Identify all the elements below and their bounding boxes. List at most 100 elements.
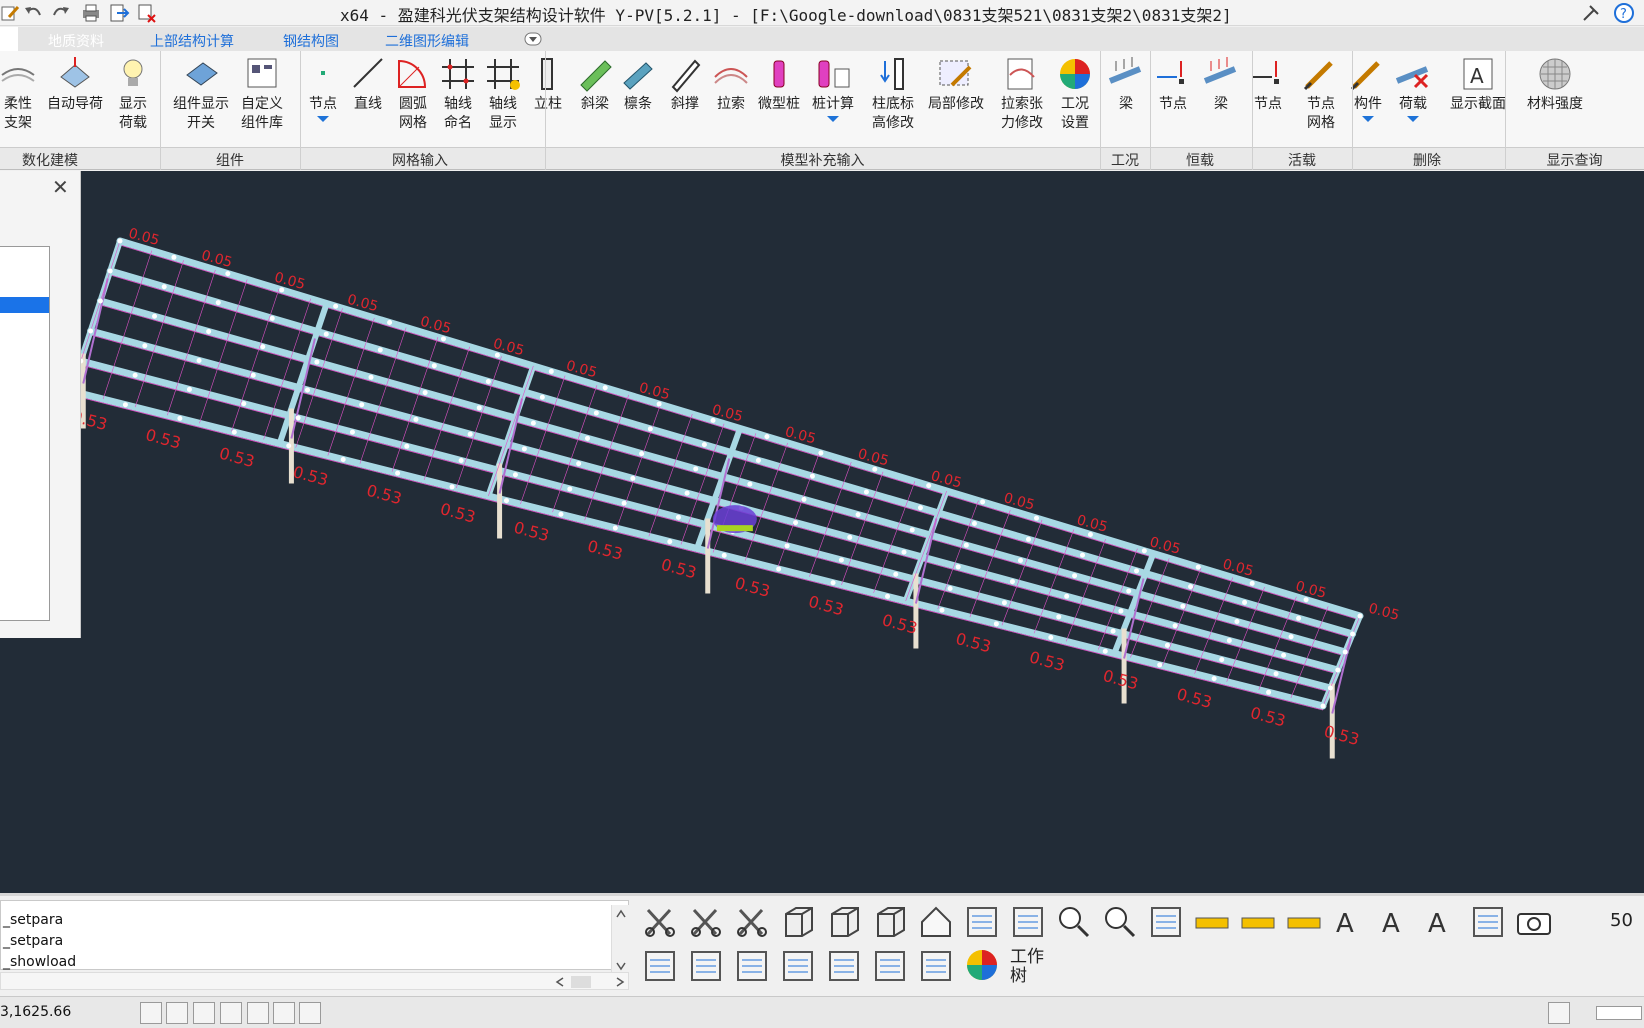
view-front-icon[interactable] bbox=[778, 902, 818, 942]
ribbon-button-cable-tension[interactable]: 拉索张 力修改 bbox=[993, 53, 1051, 143]
layout-toggle[interactable] bbox=[1548, 1002, 1570, 1024]
ucs-toggle[interactable] bbox=[299, 1002, 321, 1024]
angle-icon[interactable] bbox=[1284, 902, 1324, 942]
layout-icon[interactable] bbox=[686, 946, 726, 986]
view-side-icon[interactable] bbox=[824, 902, 864, 942]
settings-icon[interactable] bbox=[1468, 902, 1508, 942]
tab-active-stub[interactable] bbox=[0, 27, 18, 51]
print-icon[interactable] bbox=[80, 3, 102, 23]
angle-toggle[interactable] bbox=[273, 1002, 295, 1024]
ribbon-button-axis-display[interactable]: 轴线 显示 bbox=[480, 53, 526, 143]
ribbon-button-lightbulb[interactable]: 显示 荷载 bbox=[110, 53, 156, 143]
load-case-icon bbox=[1060, 59, 1090, 89]
annotation-icon[interactable] bbox=[824, 946, 864, 986]
edit-icon[interactable] bbox=[0, 3, 22, 23]
zoom-slider[interactable] bbox=[1596, 1006, 1642, 1020]
tab-overflow-icon[interactable] bbox=[524, 32, 542, 46]
polar-toggle[interactable] bbox=[220, 1002, 242, 1024]
undo-icon[interactable] bbox=[22, 3, 44, 23]
measure-icon[interactable] bbox=[1192, 902, 1232, 942]
view-iso-icon[interactable] bbox=[870, 902, 910, 942]
ribbon-button-brace[interactable]: 斜撑 bbox=[662, 53, 708, 143]
ribbon-button-delete-load[interactable]: 荷载 bbox=[1388, 53, 1438, 143]
snap-toggle[interactable] bbox=[140, 1002, 162, 1024]
chevron-down-icon[interactable] bbox=[1362, 116, 1374, 122]
ribbon-button-line[interactable]: 直线 bbox=[345, 53, 391, 143]
ribbon-button-cable[interactable]: 拉索 bbox=[708, 53, 754, 143]
ribbon-button-arc-grid[interactable]: 圆弧 网格 bbox=[390, 53, 436, 143]
delete-window-icon[interactable] bbox=[732, 946, 772, 986]
cut-x-icon[interactable] bbox=[640, 902, 680, 942]
tab-upper-calc[interactable]: 上部结构计算 bbox=[150, 31, 234, 51]
command-window[interactable]: _setpara _setpara _showload bbox=[0, 900, 629, 975]
ribbon-button-material-strength[interactable]: 材料强度 bbox=[1520, 53, 1590, 143]
model-icon[interactable] bbox=[916, 946, 956, 986]
ortho-toggle[interactable] bbox=[193, 1002, 215, 1024]
ruler-icon[interactable] bbox=[1238, 902, 1278, 942]
ribbon-button-micro-pile[interactable]: 微型桩 bbox=[756, 53, 802, 143]
close-icon[interactable]: ✕ bbox=[52, 175, 69, 199]
ribbon-button-auto-load[interactable]: 自动导荷 bbox=[40, 53, 110, 143]
ribbon-button-column[interactable]: 立柱 bbox=[525, 53, 571, 143]
pan-icon[interactable] bbox=[1008, 902, 1048, 942]
chevron-down-icon[interactable] bbox=[1407, 116, 1419, 122]
ribbon-button-custom-library[interactable]: 自定义 组件库 bbox=[235, 53, 289, 143]
ribbon-button-node[interactable]: 节点 bbox=[300, 53, 346, 143]
ribbon-button-pile-calc[interactable]: 桩计算 bbox=[808, 53, 858, 143]
node bbox=[1087, 531, 1093, 537]
ribbon-button-dead-node[interactable]: 节点 bbox=[1150, 53, 1196, 143]
ribbon-button-live-beam[interactable]: 梁 bbox=[1198, 53, 1244, 143]
view-toolbar: A A A 工作 树 50 bbox=[640, 902, 1644, 994]
ribbon-button-load-case[interactable]: 工况 设置 bbox=[1050, 53, 1100, 143]
command-scrollbar[interactable] bbox=[611, 905, 629, 975]
ribbon-button-axis-name[interactable]: 轴线 命名 bbox=[435, 53, 481, 143]
cut-z-icon[interactable] bbox=[732, 902, 772, 942]
chevron-down-icon[interactable] bbox=[317, 116, 329, 122]
list-icon[interactable] bbox=[870, 946, 910, 986]
camera-icon[interactable] bbox=[1514, 902, 1554, 942]
load-label: 0.53 bbox=[291, 462, 330, 490]
color-wheel-icon[interactable] bbox=[962, 946, 1002, 986]
ribbon-button-delete-member[interactable]: 构件 bbox=[1343, 53, 1393, 143]
close-doc-icon[interactable] bbox=[136, 3, 158, 23]
tab-steel-drawing[interactable]: 钢结构图 bbox=[283, 31, 339, 51]
ribbon-button-dead-beam[interactable]: 梁 bbox=[1103, 53, 1149, 143]
tab-2d-edit[interactable]: 二维图形编辑 bbox=[385, 31, 469, 51]
model-viewport[interactable]: 0.53 0.53 0.53 0.53 0.53 0.53 0.53 0.53 0.53 0.53… bbox=[0, 171, 1644, 893]
pin-icon[interactable]: ? bbox=[1578, 2, 1638, 24]
home-view-icon[interactable] bbox=[916, 902, 956, 942]
ribbon-button-module-toggle[interactable]: 组件显示 开关 bbox=[170, 53, 232, 143]
panel-list[interactable] bbox=[0, 246, 50, 621]
ribbon-button-inclined-beam[interactable]: 斜梁 bbox=[572, 53, 618, 143]
command-hscrollbar[interactable] bbox=[0, 972, 629, 990]
ribbon-button-delete-node-grid[interactable]: 节点 网格 bbox=[1296, 53, 1346, 143]
zoom-icon[interactable] bbox=[1100, 902, 1140, 942]
render-icon[interactable] bbox=[1146, 902, 1186, 942]
text-find-icon[interactable]: A bbox=[1376, 902, 1416, 942]
building-icon[interactable] bbox=[640, 946, 680, 986]
node bbox=[241, 401, 247, 407]
work-tree-button[interactable]: 工作 树 bbox=[1010, 948, 1044, 986]
ribbon-button-base-elevation[interactable]: 柱底标 高修改 bbox=[865, 53, 921, 143]
redo-icon[interactable] bbox=[50, 3, 72, 23]
zoom-extents-icon[interactable] bbox=[1054, 902, 1094, 942]
select-icon[interactable] bbox=[778, 946, 818, 986]
tab-geology[interactable]: 地质资料 bbox=[48, 31, 104, 51]
material-strength-icon bbox=[1539, 58, 1571, 90]
node bbox=[1056, 614, 1062, 620]
grid-toggle[interactable] bbox=[166, 1002, 188, 1024]
ribbon-button-local-edit[interactable]: 局部修改 bbox=[925, 53, 987, 143]
ribbon-button-purlin[interactable]: 檩条 bbox=[615, 53, 661, 143]
bottom-area: _setpara _setpara _showload A A A 工作 树 50 bbox=[0, 893, 1644, 995]
chevron-down-icon[interactable] bbox=[827, 116, 839, 122]
osnap-toggle[interactable] bbox=[247, 1002, 269, 1024]
rotate-view-icon[interactable] bbox=[962, 902, 1002, 942]
ribbon-group-separator bbox=[1252, 51, 1253, 170]
text-edit-icon[interactable]: A bbox=[1422, 902, 1462, 942]
text-style-icon[interactable]: A bbox=[1330, 902, 1370, 942]
cut-y-icon[interactable] bbox=[686, 902, 726, 942]
export-icon[interactable] bbox=[108, 3, 130, 23]
ribbon-button-show-section[interactable]: A 显示截面 bbox=[1445, 53, 1511, 143]
panel-list-selected-item[interactable] bbox=[0, 297, 49, 313]
ribbon-button-flexible-support[interactable]: 柔性 支架 bbox=[0, 53, 41, 143]
